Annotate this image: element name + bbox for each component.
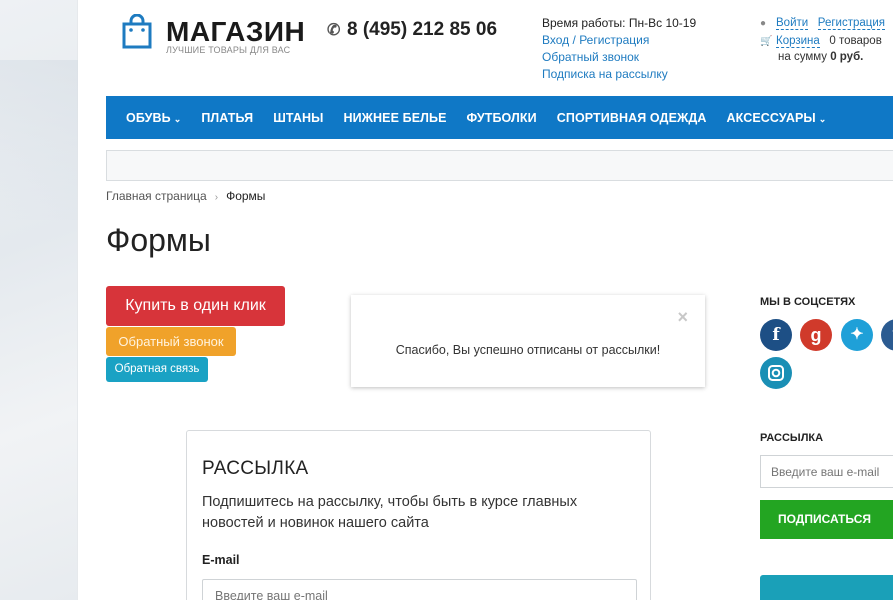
page-background-left [0, 0, 78, 600]
breadcrumb-current: Формы [226, 189, 266, 203]
nav-item-label: Штаны [273, 110, 324, 125]
header-info: Время работы: Пн-Вс 10-19 Вход / Регистр… [542, 15, 696, 83]
cart-row: 🛒 Корзина 0 товаров [760, 33, 885, 49]
header-phone: ✆ 8 (495) 212 85 06 [327, 19, 497, 41]
google-plus-icon[interactable]: g [800, 319, 832, 351]
cart-link[interactable]: Корзина [776, 35, 820, 48]
logo-subtitle: ЛУЧШИЕ ТОВАРЫ ДЛЯ ВАС [166, 45, 291, 55]
feedback-button[interactable]: Обратная связь [106, 357, 208, 382]
twitter-icon[interactable]: ✦ [841, 319, 873, 351]
callback-link[interactable]: Обратный звонок [542, 49, 696, 66]
phone-icon: ✆ [327, 22, 341, 39]
email-label: E-mail [202, 553, 240, 567]
shopping-bag-icon [122, 14, 152, 49]
social-heading: МЫ В СОЦСЕТЯХ [760, 296, 856, 308]
login-link[interactable]: Вход [542, 33, 569, 47]
facebook-icon[interactable]: f [760, 319, 792, 351]
close-icon[interactable]: × [677, 307, 688, 328]
camera-icon [768, 365, 784, 381]
nav-item-tshirts[interactable]: Футболки [467, 111, 537, 125]
account-register-link[interactable]: Регистрация [817, 17, 886, 30]
cart-sum-row: на сумму 0 руб. [760, 49, 885, 65]
account-block: ● Войти Регистрация 🛒 Корзина 0 товаров на… [760, 15, 886, 65]
subscribe-button[interactable]: ПОДПИСАТЬСЯ [760, 500, 893, 539]
sidebar-newsletter-heading: РАССЫЛКА [760, 432, 824, 444]
nav-item-dresses[interactable]: Платья [201, 111, 253, 125]
nav-item-label: Футболки [466, 110, 537, 125]
logo-title: МАГАЗИН [166, 16, 306, 47]
breadcrumb-home[interactable]: Главная страница [106, 189, 207, 203]
newsletter-title: Рассылка [202, 458, 309, 479]
working-hours: Время работы: Пн-Вс 10-19 [542, 16, 697, 30]
cart-count: 0 товаров [829, 35, 882, 47]
vk-icon[interactable]: V [881, 319, 893, 351]
notification-modal: × Спасибо, Вы успешно отписаны от рассыл… [351, 295, 705, 387]
sidebar-banner[interactable] [760, 575, 893, 600]
sidebar-email-field[interactable] [760, 455, 893, 488]
instagram-icon[interactable] [760, 357, 792, 389]
newsletter-description: Подпишитесь на рассылку, чтобы быть в ку… [202, 494, 578, 531]
nav-item-label: Обувь [126, 110, 171, 125]
phone-number: 8 (495) 212 85 06 [347, 19, 498, 40]
nav-item-sportswear[interactable]: Спортивная одежда [557, 111, 707, 125]
buy-one-click-button[interactable]: Купить в один клик [106, 286, 285, 326]
page-title: Формы [106, 222, 211, 258]
nav-item-accessories[interactable]: Аксессуары ⌄ [727, 111, 827, 125]
chevron-down-icon: ⌄ [173, 113, 182, 124]
newsletter-subscribe-link[interactable]: Подписка на рассылку [542, 66, 696, 83]
chevron-down-icon: ⌄ [818, 113, 827, 124]
email-field[interactable] [202, 579, 637, 600]
breadcrumb: Главная страница › Формы [106, 189, 265, 203]
auth-links: Вход / Регистрация [542, 32, 696, 49]
nav-item-underwear[interactable]: Нижнее белье [343, 111, 446, 125]
user-icon: ● [760, 18, 767, 29]
nav-item-label: Нижнее белье [343, 110, 447, 125]
register-link[interactable]: Регистрация [579, 33, 649, 47]
main-nav: Обувь ⌄ Платья Штаны Нижнее белье Футболк… [106, 96, 893, 139]
cart-sum-prefix: на сумму [778, 51, 828, 63]
search-bar[interactable] [106, 150, 893, 181]
nav-item-pants[interactable]: Штаны [273, 111, 323, 125]
account-row: ● Войти Регистрация [760, 15, 886, 31]
callback-button[interactable]: Обратный звонок [106, 327, 236, 356]
nav-item-label: Спортивная одежда [556, 110, 707, 125]
cart-sum: 0 руб. [830, 51, 864, 63]
modal-message: Спасибо, Вы успешно отписаны от рассылки… [395, 343, 661, 357]
chevron-right-icon: › [214, 192, 219, 203]
nav-item-label: Аксессуары [726, 110, 816, 125]
nav-item-shoes[interactable]: Обувь ⌄ [126, 111, 181, 125]
account-login-link[interactable]: Войти [776, 17, 809, 30]
cart-icon: 🛒 [760, 36, 773, 47]
nav-item-label: Платья [201, 110, 254, 125]
newsletter-panel: Рассылка Подпишитесь на рассылку, чтобы … [186, 430, 651, 600]
auth-separator: / [572, 33, 576, 47]
